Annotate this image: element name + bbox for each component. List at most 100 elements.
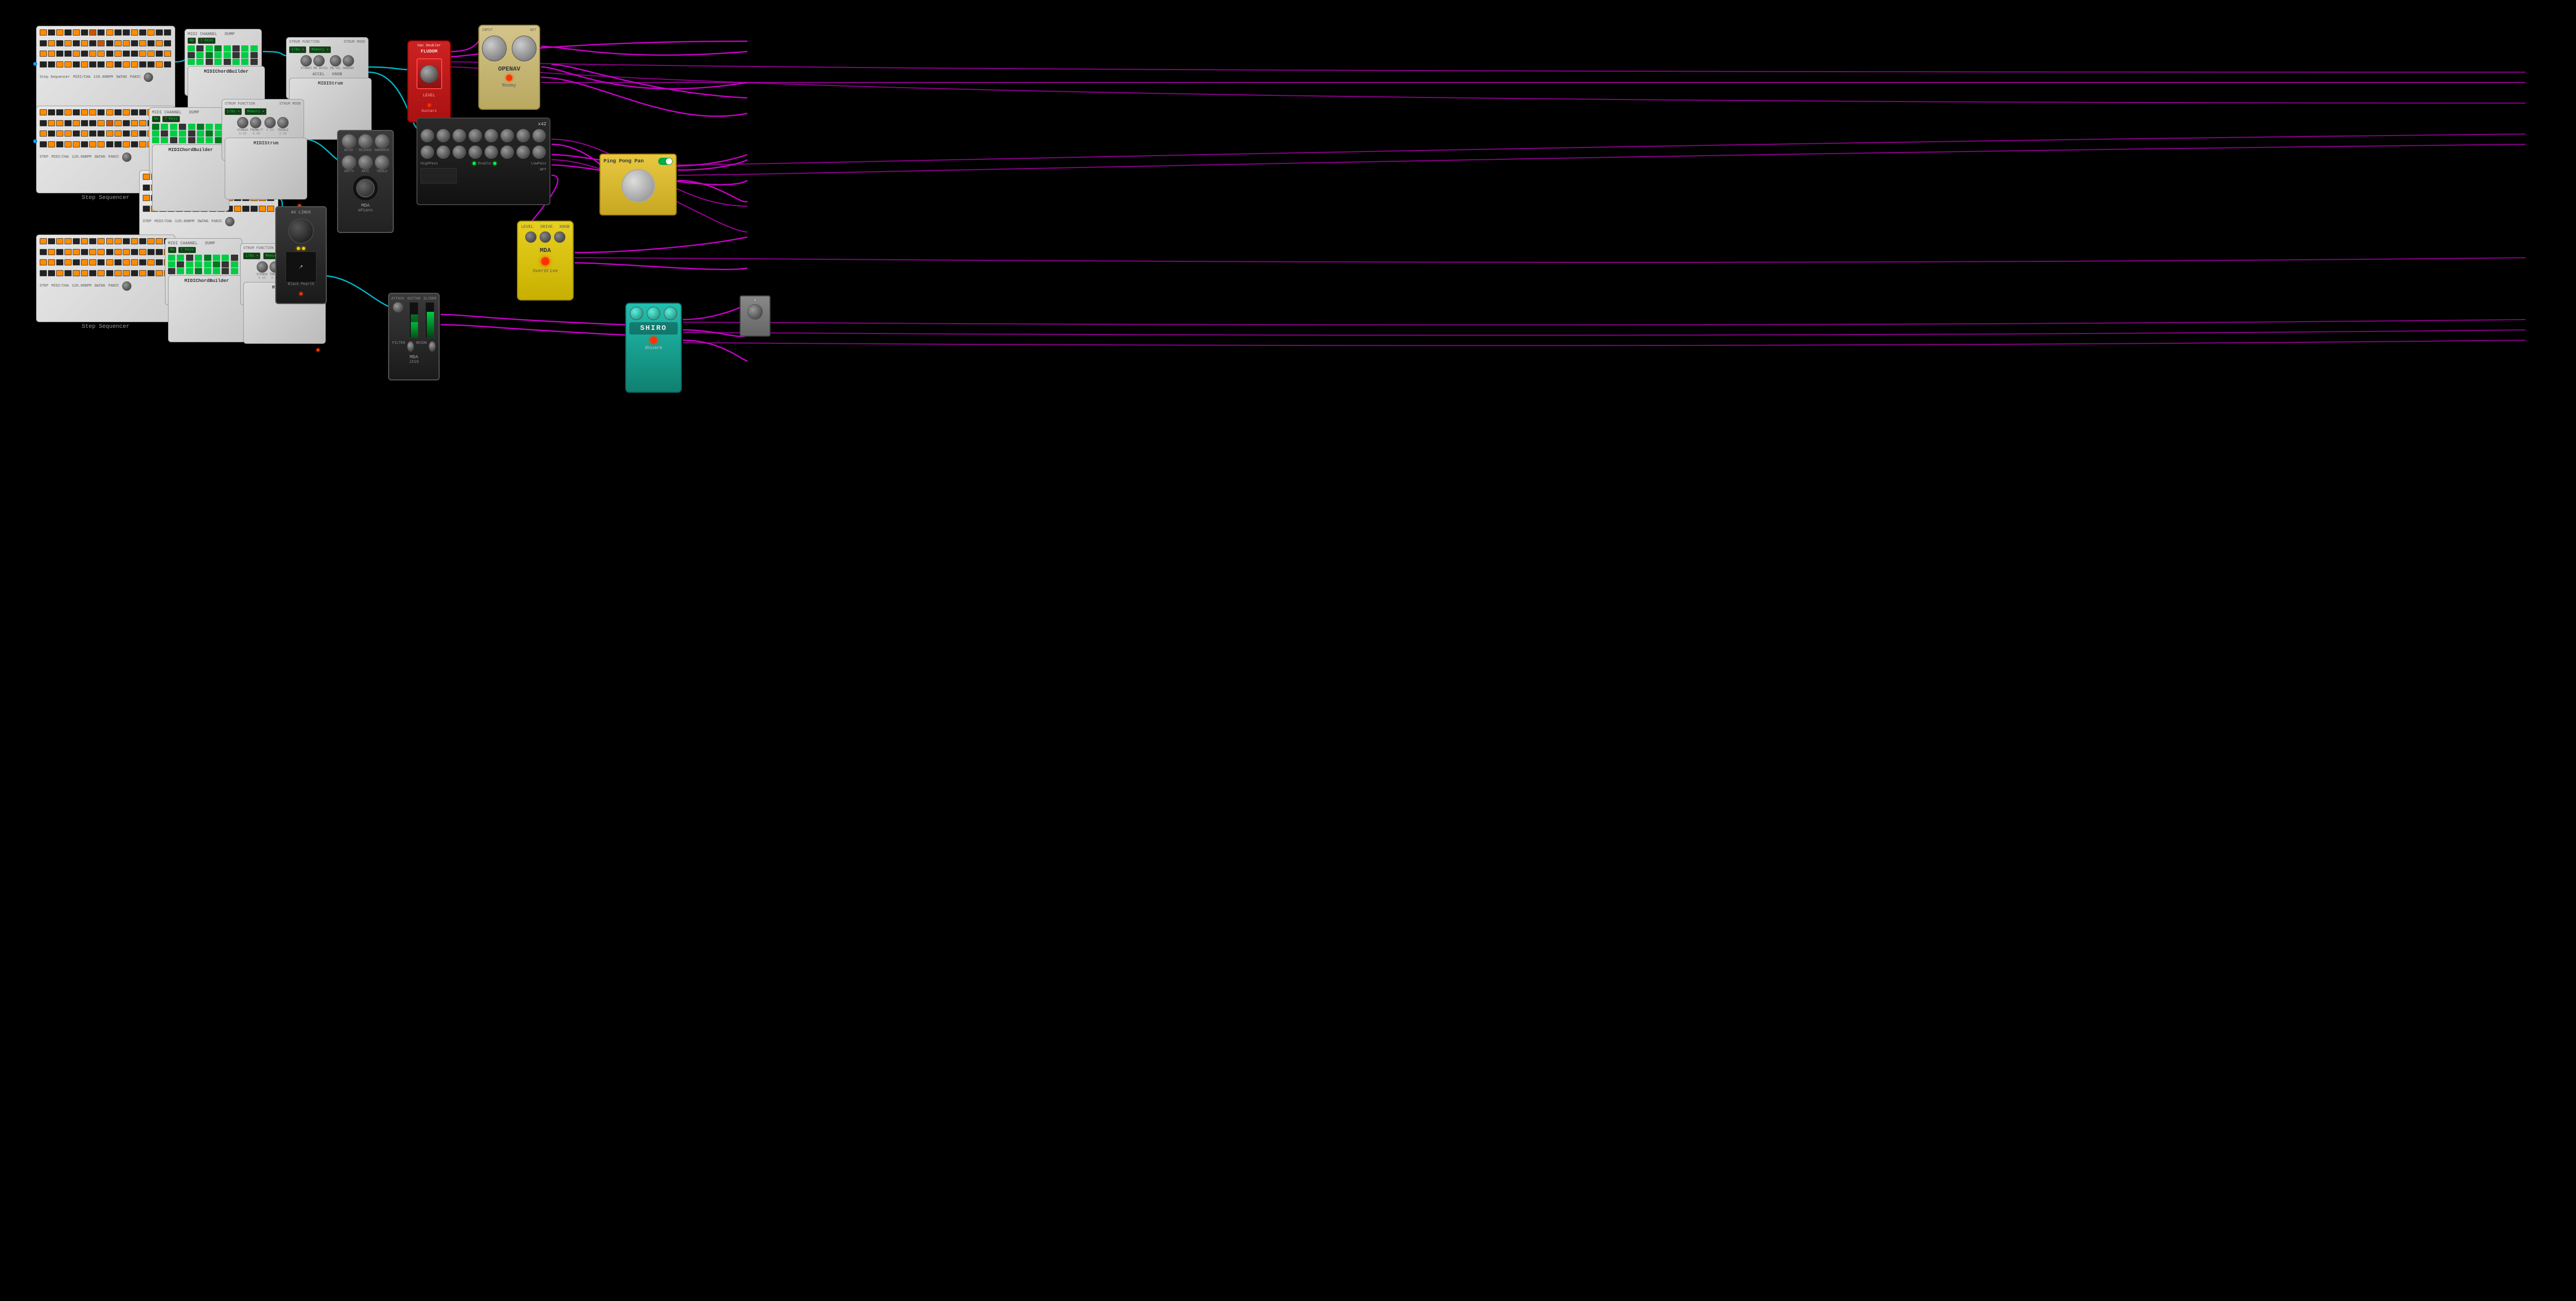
epiano-decay[interactable] (342, 134, 356, 148)
epiano-treble[interactable] (375, 155, 389, 170)
seq1-knob[interactable] (144, 73, 153, 82)
x42-knob14[interactable] (500, 145, 514, 159)
jx10-attack[interactable] (393, 302, 403, 312)
strum1-knob4[interactable] (343, 55, 354, 66)
x42-led2 (493, 162, 496, 165)
mda-overdrive[interactable]: LEVEL DRIVE KNOB MDA Overdrive (517, 221, 574, 301)
midi-chord-builder-2[interactable]: MIDI CHANNEL DUMP No 7 Keys MIDIChordBui… (149, 107, 226, 174)
epiano-rate[interactable] (358, 155, 373, 170)
step-sequencer-4[interactable]: STEP MIDI/CHA 120.00BPM SWING PANIC Step… (36, 235, 175, 330)
seq4-knob[interactable] (122, 281, 131, 291)
x42-knob16[interactable] (532, 145, 546, 159)
x42-knob7[interactable] (516, 129, 530, 142)
overdrive-drive[interactable] (540, 231, 551, 243)
seq1-midi: MIDI/CHA (73, 75, 91, 79)
seq3-knob[interactable] (225, 217, 235, 226)
strum1-bpm[interactable]: 1/8s ▾ (289, 46, 306, 53)
openav-subtitle: Roomy (482, 83, 537, 88)
pingpong-title: Ping Pong Pan (604, 159, 644, 164)
seq2-knob[interactable] (122, 153, 131, 162)
ping-pong-pan[interactable]: Ping Pong Pan (599, 154, 677, 215)
x42-knob8[interactable] (532, 129, 546, 142)
x42-knob4[interactable] (469, 129, 482, 142)
x42-knob2[interactable] (437, 129, 450, 142)
port-seq1-out (33, 62, 37, 66)
x42-led1 (473, 162, 476, 165)
overdrive-knob[interactable] (554, 231, 565, 243)
strum1-knob1[interactable] (300, 55, 312, 66)
openav-roomy[interactable]: INPUT WET OPENAV Roomy (478, 25, 540, 110)
shiverb-brand: SHIRO (631, 324, 676, 332)
midi-strum-1[interactable]: STRUM FUNCTION STRUM MODE 1/8s ▾ Memory … (286, 37, 369, 99)
chord3-title: MIDIChordBuilder (168, 275, 245, 342)
epiano-release[interactable] (358, 134, 373, 148)
shiverb-knob3[interactable] (664, 307, 677, 320)
x42-knob13[interactable] (484, 145, 498, 159)
openav-knob1[interactable] (482, 36, 507, 61)
shiro-shiverb[interactable]: SHIRO Shiverb (625, 303, 682, 393)
seq1-panic: PANIC (130, 75, 141, 79)
bp-led2 (302, 247, 305, 250)
chord1-channel[interactable]: No (188, 38, 196, 44)
strum2-knob1[interactable] (237, 117, 248, 128)
seq1-swing: SWING (116, 75, 127, 79)
strum2-knob3[interactable] (264, 117, 276, 128)
x42-knob3[interactable] (453, 129, 466, 142)
seq1-bpm: 120.00BPM (93, 75, 113, 79)
x42-knob9[interactable] (421, 145, 434, 159)
fludom-guitars[interactable]: Van Deubler FLUDOM LEVEL Guitars (407, 40, 451, 123)
x42-eq[interactable]: x42 HighPass Enable (416, 118, 550, 205)
strum2-mode[interactable]: Memory ▾ (245, 108, 266, 115)
chord1-type[interactable]: 7 Keys (198, 38, 215, 44)
midi-chord-builder-1[interactable]: MIDI CHANNEL DUMP No 7 Keys MIDIChordBui… (185, 29, 262, 96)
strum2-title: MIDIStrum (225, 138, 307, 199)
chord2-title: MIDIChordBuilder (152, 144, 229, 211)
pingpong-toggle[interactable] (658, 158, 673, 165)
shiverb-knob2[interactable] (647, 307, 660, 320)
x42-knob6[interactable] (500, 129, 514, 142)
pingpong-knob[interactable] (622, 169, 655, 203)
x42-knob5[interactable] (484, 129, 498, 142)
chord3-type[interactable]: 7 Keys (178, 247, 195, 253)
x42-knob10[interactable] (437, 145, 450, 159)
x42-knob1[interactable] (421, 129, 434, 142)
strum2-bpm[interactable]: 1/8s ▾ (225, 108, 242, 115)
mda-epiano[interactable]: DECAY RELEASE HARDNESS DEPTH RATE T (337, 130, 394, 233)
fludom-knob-level[interactable] (420, 65, 438, 83)
seq4-panic: PANIC (108, 284, 119, 288)
shiverb-knob1[interactable] (630, 307, 643, 320)
x42-knob11[interactable] (453, 145, 466, 159)
chord2-channel[interactable]: No (152, 116, 160, 122)
small-mixer-knob[interactable] (747, 304, 763, 320)
mda-jx10[interactable]: ATTACK GUITAR SLIDER FILTER RESON (388, 293, 440, 380)
midi-strum-2[interactable]: STRUM FUNCTION STRUM MODE 1/8s ▾ Memory … (222, 99, 304, 161)
strum3-knob1[interactable] (257, 261, 268, 273)
x42-knob15[interactable] (516, 145, 530, 159)
chord3-channel[interactable]: No (168, 247, 176, 253)
epiano-depth[interactable] (342, 155, 356, 170)
epiano-hardness[interactable] (375, 134, 389, 148)
seq4-bpm: 120.00BPM (72, 284, 91, 288)
seq2-midi: MIDI/CHA (52, 155, 69, 159)
strum1-knob3[interactable] (330, 55, 341, 66)
small-mixer-module[interactable]: ● (740, 295, 771, 337)
strum1-knob2[interactable] (313, 55, 325, 66)
black-pearl-5[interactable]: AV LINUX 🎤 Black Pearl5 (275, 206, 327, 304)
overdrive-title: Overdrive (521, 269, 570, 274)
overdrive-level[interactable] (525, 231, 537, 243)
seq2-panic: PANIC (108, 155, 119, 159)
strum3-bpm[interactable]: 1/8s ▾ (243, 253, 260, 259)
jx10-filter-knob[interactable] (407, 341, 414, 352)
seq3-panic: PANIC (211, 220, 222, 224)
chord2-type[interactable]: 7 Keys (162, 116, 179, 122)
openav-knob2[interactable] (512, 36, 537, 61)
strum2-knob4[interactable] (277, 117, 289, 128)
strum1-mode[interactable]: Memory ▾ (309, 46, 331, 53)
x42-knob12[interactable] (469, 145, 482, 159)
midi-chord-builder-3[interactable]: MIDI CHANNEL DUMP No 7 Keys MIDIChordBui… (165, 238, 242, 305)
x42-title: x42 (538, 122, 546, 127)
jx10-reson-knob[interactable] (429, 341, 436, 352)
seq2-swing: SWING (94, 155, 105, 159)
strum2-knob2[interactable] (250, 117, 261, 128)
fludom-type: Guitars (411, 109, 447, 113)
